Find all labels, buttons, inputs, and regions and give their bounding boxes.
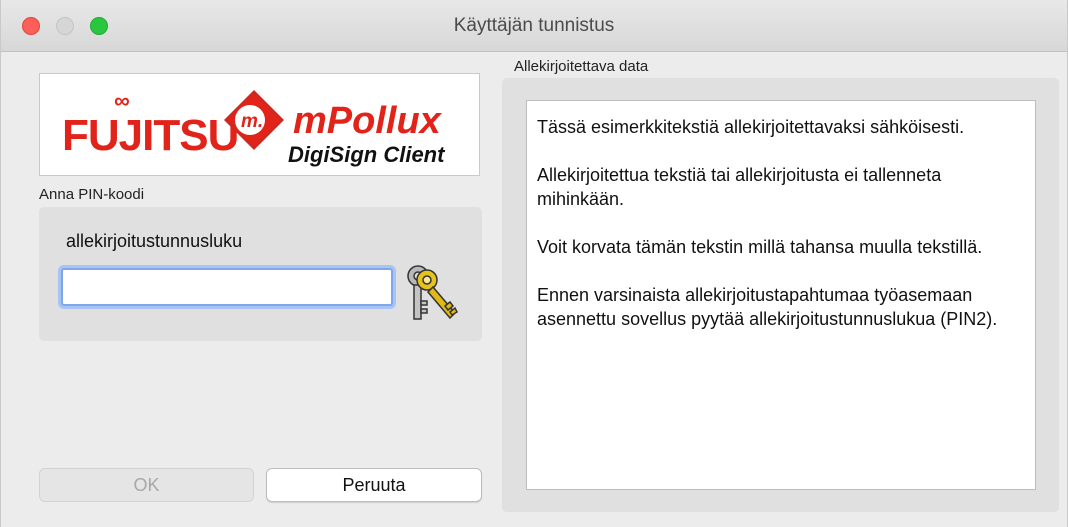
data-panel: Tässä esimerkkitekstiä allekirjoitettava…: [502, 78, 1059, 512]
fujitsu-logo-text: FUJITSU: [62, 111, 239, 160]
ok-button[interactable]: OK: [39, 468, 254, 502]
data-paragraph: Allekirjoitettua tekstiä tai allekirjoit…: [537, 165, 942, 209]
data-paragraph: Voit korvata tämän tekstin millä tahansa…: [537, 237, 983, 257]
mpollux-mark-icon: m.: [224, 90, 284, 150]
mpollux-product-name: mPollux: [293, 100, 441, 142]
keys-icon: [407, 265, 458, 320]
pin-section-label: Anna PIN-koodi: [39, 186, 145, 203]
window-title: Käyttäjän tunnistus: [453, 15, 615, 36]
data-paragraph: Ennen varsinaista allekirjoitustapahtuma…: [537, 285, 998, 329]
digisign-client-label: DigiSign Client: [288, 142, 445, 167]
vendor-logo: ∞ FUJITSU m. mPollux DigiSign Client: [39, 73, 480, 176]
pin-field-label: allekirjoitustunnusluku: [66, 231, 243, 251]
mpollux-mark-letter: m.: [241, 111, 263, 132]
data-paragraph: Tässä esimerkkitekstiä allekirjoitettava…: [537, 117, 965, 137]
pin-input[interactable]: [61, 268, 393, 306]
pin-panel: allekirjoitustunnusluku: [39, 207, 482, 341]
dialog-window: Käyttäjän tunnistus ∞ FUJITSU m. mPollux…: [0, 0, 1068, 527]
signable-data-text[interactable]: Tässä esimerkkitekstiä allekirjoitettava…: [526, 100, 1036, 490]
cancel-button[interactable]: Peruuta: [266, 468, 482, 502]
title-bar[interactable]: Käyttäjän tunnistus: [1, 0, 1067, 52]
data-section-label: Allekirjoitettava data: [514, 58, 649, 75]
